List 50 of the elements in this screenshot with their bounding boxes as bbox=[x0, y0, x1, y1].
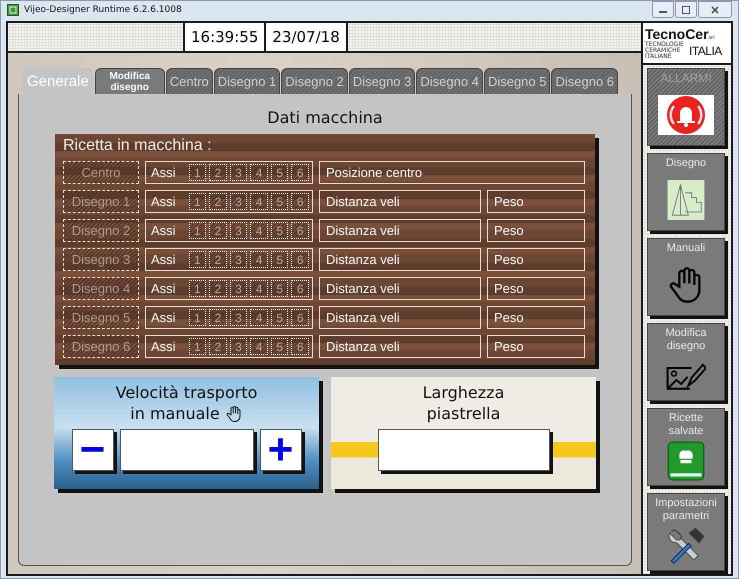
sidebar-button[interactable]: Disegno bbox=[647, 153, 725, 231]
section-title: Dati macchina bbox=[267, 108, 383, 127]
book-icon bbox=[666, 441, 706, 482]
close-button[interactable] bbox=[698, 1, 732, 18]
window-title: Vijeo-Designer Runtime 6.2.6.1008 bbox=[24, 4, 182, 14]
tile-width-title: Larghezza piastrella bbox=[422, 383, 506, 425]
axes-label: Assi bbox=[151, 223, 176, 238]
sidebar-button[interactable]: Ricette salvate bbox=[647, 408, 725, 486]
minimize-button[interactable] bbox=[652, 1, 674, 18]
value-field: Distanza veli bbox=[319, 277, 481, 300]
app-icon bbox=[7, 4, 19, 16]
minimize-icon bbox=[659, 11, 667, 13]
hand-icon bbox=[224, 405, 243, 424]
clock-time: 16:39:55 bbox=[185, 23, 264, 51]
weight-field: Peso bbox=[487, 306, 585, 329]
maximize-button[interactable] bbox=[675, 1, 697, 18]
weight-field: Peso bbox=[487, 248, 585, 271]
axes-label: Assi bbox=[151, 194, 176, 209]
value-field: Distanza veli bbox=[319, 335, 481, 358]
drawing-icon bbox=[666, 180, 706, 220]
clock-date: 23/07/18 bbox=[266, 23, 346, 51]
speed-input[interactable] bbox=[120, 428, 254, 471]
axes-label: Assi bbox=[151, 339, 176, 354]
weight-field: Peso bbox=[487, 190, 585, 213]
logo-name: TecnoCer bbox=[645, 26, 709, 42]
tile-width-input[interactable] bbox=[378, 428, 550, 471]
bell-icon bbox=[658, 95, 714, 136]
value-field: Distanza veli bbox=[319, 248, 481, 271]
value-field: Posizione centro bbox=[319, 161, 585, 184]
axes-label: Assi bbox=[151, 252, 176, 267]
value-field: Distanza veli bbox=[319, 219, 481, 242]
close-icon bbox=[710, 4, 720, 14]
sidebar-button[interactable]: Modifica disegno bbox=[647, 323, 725, 401]
weight-field: Peso bbox=[487, 335, 585, 358]
sidebar-button[interactable]: Manuali bbox=[647, 238, 725, 316]
value-field: Distanza veli bbox=[319, 190, 481, 213]
weight-field: Peso bbox=[487, 219, 585, 242]
recipe-title: Ricetta in macchina : bbox=[63, 137, 213, 155]
sidebar-button[interactable]: Impostazioni parametri bbox=[647, 493, 725, 571]
speed-subtitle: in manuale bbox=[130, 404, 220, 425]
axes-label: Assi bbox=[151, 310, 176, 325]
maximize-icon bbox=[681, 4, 691, 14]
tools-icon bbox=[666, 526, 706, 566]
weight-field: Peso bbox=[487, 277, 585, 300]
axes-label: Assi bbox=[151, 281, 176, 296]
axes-label: Assi bbox=[151, 165, 176, 180]
value-field: Distanza veli bbox=[319, 306, 481, 329]
logo-country: ITALIA bbox=[689, 44, 722, 58]
speed-title: Velocità trasporto bbox=[116, 383, 258, 404]
tab[interactable]: Modifica disegno bbox=[94, 68, 165, 94]
